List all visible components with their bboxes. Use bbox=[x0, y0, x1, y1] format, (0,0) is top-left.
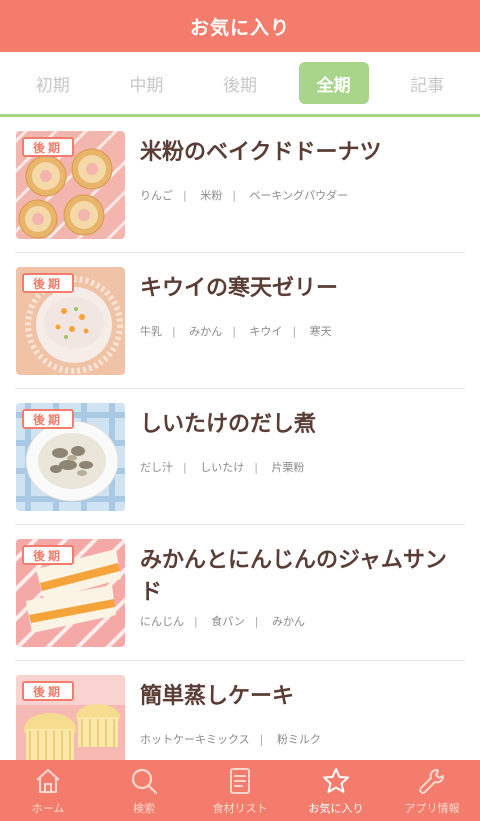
tag: 牛乳 bbox=[140, 325, 162, 338]
ingredient-tags: ホットケーキミックス | 粉ミルク bbox=[140, 733, 321, 746]
star-icon bbox=[321, 766, 351, 796]
list-item[interactable]: 後期 みかんとにんじんのジャムサンド にんじん | 食パン | みかん bbox=[15, 525, 465, 661]
recipe-thumbnail: 後期 bbox=[16, 403, 125, 511]
nav-label: アプリ情報 bbox=[404, 801, 460, 815]
list-item[interactable]: 後期 キウイの寒天ゼリー 牛乳 | みかん | キウイ | 寒天 bbox=[15, 253, 465, 389]
list-item[interactable]: 後期 米粉のベイクドドーナツ りんご | 米粉 | ベーキングパウダー bbox=[15, 117, 465, 253]
tag: ホットケーキミックス bbox=[140, 733, 250, 746]
tag: 粉ミルク bbox=[276, 733, 321, 746]
tag: キウイ bbox=[249, 325, 283, 338]
tab-shoki[interactable]: 初期 bbox=[18, 62, 88, 104]
home-icon bbox=[33, 766, 63, 796]
ingredient-tags: 牛乳 | みかん | キウイ | 寒天 bbox=[140, 325, 332, 338]
recipe-title: みかんとにんじんのジャムサンド bbox=[140, 548, 447, 605]
nav-ingredient-list[interactable]: 食材リスト bbox=[192, 766, 288, 816]
nav-search[interactable]: 検索 bbox=[96, 766, 192, 816]
list-icon bbox=[225, 766, 255, 796]
tag: しいたけ bbox=[200, 461, 245, 474]
tab-kiji[interactable]: 記事 bbox=[392, 62, 462, 104]
recipe-thumbnail: 後期 bbox=[16, 539, 125, 647]
list-item[interactable]: 後期 簡単蒸しケーキ ホットケーキミックス | 粉ミルク bbox=[15, 661, 465, 760]
recipe-thumbnail: 後期 bbox=[16, 131, 125, 239]
tab-zenki[interactable]: 全期 bbox=[298, 62, 369, 104]
app-header: お気に入り bbox=[0, 0, 480, 52]
bottom-navigation: ホーム 検索 食材リスト お気に入り アプリ情報 bbox=[0, 760, 480, 821]
nav-favorites[interactable]: お気に入り bbox=[288, 766, 384, 816]
page-title: お気に入り bbox=[189, 16, 290, 39]
favorites-list[interactable]: 後期 米粉のベイクドドーナツ りんご | 米粉 | ベーキングパウダー 後期 キ… bbox=[0, 117, 480, 760]
tag: 片栗粉 bbox=[271, 461, 305, 474]
info-icon bbox=[417, 766, 447, 796]
tag: みかん bbox=[272, 615, 305, 628]
nav-label: お気に入り bbox=[308, 801, 364, 815]
period-badge: 後期 bbox=[22, 273, 74, 293]
tag: りんご bbox=[140, 189, 173, 202]
tag: 米粉 bbox=[200, 189, 223, 202]
recipe-title: キウイの寒天ゼリー bbox=[140, 276, 339, 301]
nav-label: ホーム bbox=[31, 801, 65, 815]
tag: ベーキングパウダー bbox=[249, 189, 349, 202]
nav-home[interactable]: ホーム bbox=[0, 766, 96, 816]
tag: にんじん bbox=[140, 615, 184, 628]
period-badge: 後期 bbox=[22, 545, 74, 565]
search-icon bbox=[129, 766, 159, 796]
period-badge: 後期 bbox=[22, 681, 74, 701]
recipe-thumbnail: 後期 bbox=[16, 267, 125, 375]
nav-app-info[interactable]: アプリ情報 bbox=[384, 766, 480, 816]
tab-chuki[interactable]: 中期 bbox=[111, 62, 181, 104]
tag: だし汁 bbox=[140, 461, 173, 474]
list-item[interactable]: 後期 しいたけのだし煮 だし汁 | しいたけ | 片栗粉 bbox=[15, 389, 465, 525]
period-badge: 後期 bbox=[22, 137, 74, 157]
recipe-title: 簡単蒸しケーキ bbox=[140, 684, 295, 709]
ingredient-tags: にんじん | 食パン | みかん bbox=[140, 615, 305, 628]
recipe-thumbnail: 後期 bbox=[16, 675, 125, 760]
ingredient-tags: りんご | 米粉 | ベーキングパウダー bbox=[140, 189, 349, 202]
nav-label: 食材リスト bbox=[212, 801, 268, 815]
tag: 寒天 bbox=[309, 325, 332, 338]
tab-koki[interactable]: 後期 bbox=[205, 62, 275, 104]
tag: みかん bbox=[189, 325, 223, 338]
recipe-title: しいたけのだし煮 bbox=[140, 412, 317, 437]
recipe-title: 米粉のベイクドドーナツ bbox=[140, 140, 382, 165]
nav-label: 検索 bbox=[133, 801, 155, 815]
period-tabs: 初期 中期 後期 全期 記事 bbox=[0, 52, 480, 114]
period-badge: 後期 bbox=[22, 409, 74, 429]
ingredient-tags: だし汁 | しいたけ | 片栗粉 bbox=[140, 461, 305, 474]
tag: 食パン bbox=[211, 615, 245, 628]
